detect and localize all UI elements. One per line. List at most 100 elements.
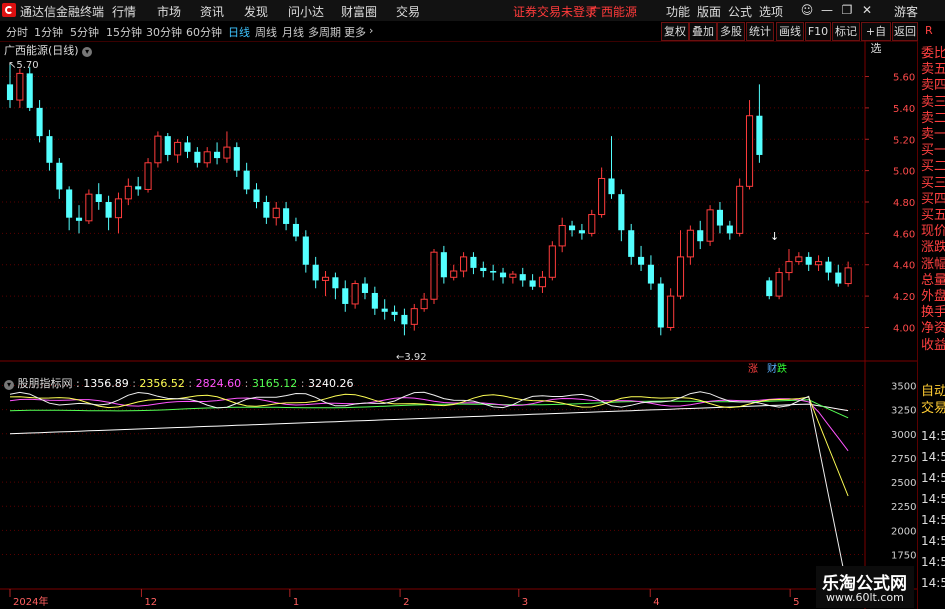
candle-body-down: [342, 288, 349, 304]
period-intraday[interactable]: 分时: [6, 24, 28, 40]
sidebar-item[interactable]: 外盘: [921, 289, 945, 305]
sidebar-item[interactable]: 卖四: [921, 78, 945, 94]
period-more[interactable]: 更多: [344, 24, 366, 40]
minimize-icon[interactable]: —: [818, 2, 836, 18]
menu-markets[interactable]: 市场: [157, 3, 181, 20]
guest-label[interactable]: 游客: [894, 3, 918, 20]
more-chevron-icon[interactable]: ›: [369, 24, 373, 37]
candle-body-up: [321, 276, 330, 281]
sidebar-item[interactable]: 卖一: [921, 127, 945, 143]
candle-body-up: [844, 267, 852, 285]
menu-wealth[interactable]: 财富圈: [341, 3, 377, 20]
sidebar-item[interactable]: 卖五: [921, 62, 945, 78]
menu-function[interactable]: 功能: [666, 3, 690, 20]
sidebar-item[interactable]: 买四: [921, 192, 945, 208]
menu-discover[interactable]: 发现: [244, 3, 268, 20]
candle-body-down: [26, 73, 33, 108]
r-indicator-icon[interactable]: R: [925, 24, 933, 37]
indicator-tick-label: 2500: [891, 478, 916, 489]
time-item: 14:56: [921, 429, 945, 443]
overlay-button[interactable]: 叠加: [689, 22, 717, 41]
f10-button[interactable]: F10: [805, 22, 831, 41]
auto-trade-label[interactable]: 自动: [921, 384, 945, 400]
menu-ask[interactable]: 问小达: [288, 3, 324, 20]
sidebar-item[interactable]: 卖二: [921, 111, 945, 127]
indicator-dropdown-icon[interactable]: ▾: [4, 380, 14, 390]
badge-down[interactable]: 跌: [777, 360, 787, 375]
add-watchlist-button[interactable]: +自选: [861, 22, 891, 55]
sidebar-item[interactable]: 换手: [921, 305, 945, 321]
sidebar-item[interactable]: 买一: [921, 143, 945, 159]
sidebar-item[interactable]: 涨幅: [921, 257, 945, 273]
menu-market[interactable]: 行情: [112, 3, 136, 20]
login-notice[interactable]: 证券交易未登录: [513, 3, 597, 20]
feedback-icon[interactable]: ☺: [798, 2, 816, 18]
sidebar-item[interactable]: 涨跌: [921, 240, 945, 256]
close-icon[interactable]: ✕: [858, 2, 876, 18]
menubar: 通达信金融终端 行情 市场 资讯 发现 问小达 财富圈 交易 证券交易未登录 广…: [0, 0, 945, 22]
period-5min[interactable]: 5分钟: [70, 24, 99, 40]
period-monthly[interactable]: 月线: [282, 24, 304, 40]
candle-body-down: [470, 256, 477, 268]
menu-news[interactable]: 资讯: [200, 3, 224, 20]
candle-body-up: [785, 261, 793, 274]
menu-layout[interactable]: 版面: [697, 3, 721, 20]
menu-options[interactable]: 选项: [759, 3, 783, 20]
candle-body-down: [6, 84, 14, 101]
multi-stock-button[interactable]: 多股: [717, 22, 745, 41]
candle-body-down: [243, 170, 250, 190]
sidebar-item[interactable]: 净资: [921, 321, 945, 337]
restore-icon[interactable]: ❐: [838, 2, 856, 18]
sidebar-item[interactable]: 现价: [921, 224, 945, 240]
candle-body-up: [548, 245, 556, 278]
candle-body-up: [538, 276, 547, 288]
price-tick-label: 4.60: [893, 229, 915, 240]
period-multi[interactable]: 多周期: [308, 24, 341, 40]
candle-body-up: [16, 72, 24, 101]
sidebar-item[interactable]: 买五: [921, 208, 945, 224]
candle-body-up: [272, 207, 280, 219]
kline-chart[interactable]: 5.60 5.40 5.20 5.00 4.80 4.60 4.40 4.20 4.00 3500…: [0, 41, 917, 609]
candle-body-up: [588, 214, 596, 234]
candle-body-up: [430, 251, 438, 300]
stats-button[interactable]: 统计: [746, 22, 774, 41]
period-daily[interactable]: 日线: [228, 24, 250, 40]
candle-body-down: [697, 230, 704, 242]
period-30min[interactable]: 30分钟: [146, 24, 182, 40]
sidebar-item[interactable]: 卖三: [921, 95, 945, 111]
indicator-tick-label: 3000: [891, 430, 916, 441]
low-price-value: 3.92: [404, 352, 427, 363]
period-60min[interactable]: 60分钟: [186, 24, 222, 40]
sidebar-item[interactable]: 委比: [921, 46, 945, 62]
sidebar-item[interactable]: 收益: [921, 338, 945, 354]
sidebar-item[interactable]: 买二: [921, 159, 945, 175]
draw-button[interactable]: 画线: [776, 22, 804, 41]
period-1min[interactable]: 1分钟: [34, 24, 63, 40]
chart-title-dropdown-icon[interactable]: ▾: [82, 47, 93, 57]
x-tick-label: 3: [522, 597, 528, 608]
candle-body-down: [578, 230, 585, 234]
sidebar-item[interactable]: 买三: [921, 176, 945, 192]
x-tick-label: 1: [293, 597, 299, 608]
back-button[interactable]: 返回: [892, 22, 918, 41]
candle-body-down: [440, 252, 447, 278]
badge-up[interactable]: 涨: [748, 360, 758, 375]
indicator-line: [9, 403, 849, 435]
indicator-value-1: 1356.89: [83, 377, 129, 390]
sidebar-item[interactable]: 总量: [921, 273, 945, 289]
mark-button[interactable]: 标记: [832, 22, 860, 41]
candle-body-down: [647, 264, 654, 284]
watermark-url: www.60lt.com: [826, 591, 904, 604]
candle-body-up: [410, 308, 418, 325]
adjust-button[interactable]: 复权: [661, 22, 689, 41]
menu-formula[interactable]: 公式: [728, 3, 752, 20]
candle-body-down: [253, 189, 260, 202]
menu-trade[interactable]: 交易: [396, 3, 420, 20]
time-item: 14:56: [921, 513, 945, 527]
candle-body-up: [676, 256, 685, 297]
trade-label[interactable]: 交易: [921, 401, 945, 417]
badge-fin[interactable]: 财: [767, 360, 777, 375]
period-15min[interactable]: 15分钟: [106, 24, 142, 40]
candle-body-down: [312, 264, 319, 281]
period-weekly[interactable]: 周线: [255, 24, 277, 40]
